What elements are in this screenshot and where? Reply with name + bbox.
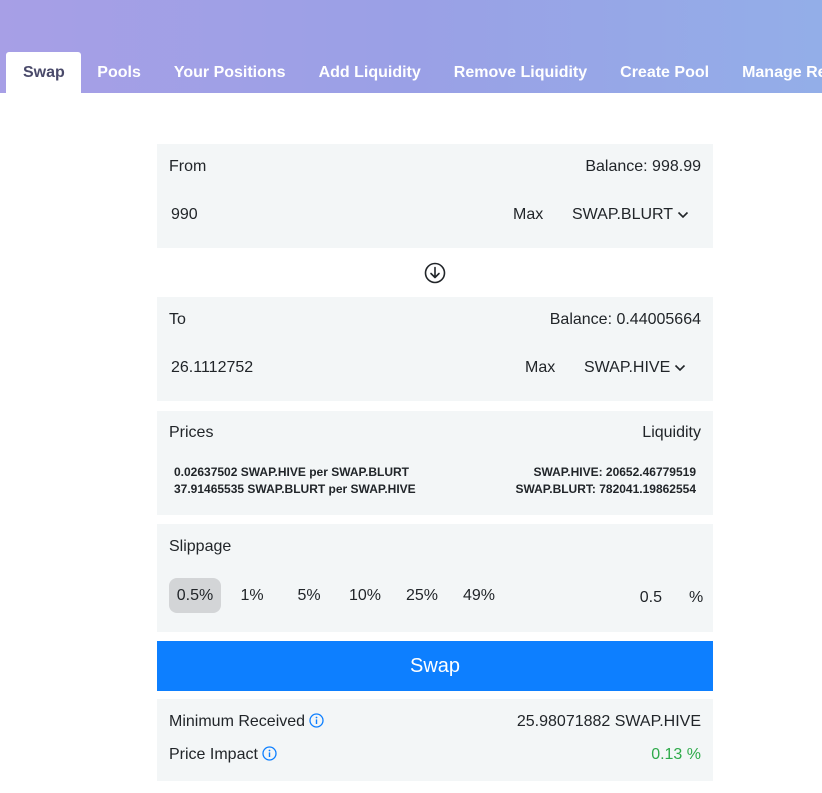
slippage-option-25[interactable]: 25%	[400, 578, 444, 613]
price-impact-label: Price Impact	[169, 746, 258, 763]
liquidity-label: Liquidity	[642, 424, 701, 441]
slippage-label: Slippage	[169, 538, 232, 555]
from-max-button[interactable]: Max	[513, 206, 543, 224]
tab-remove-liquidity[interactable]: Remove Liquidity	[437, 52, 603, 93]
from-token-select[interactable]: SWAP.BLURT	[572, 206, 689, 224]
price-impact-row: Price Impact	[169, 746, 277, 764]
nav-tabs: Swap Pools Your Positions Add Liquidity …	[6, 52, 822, 93]
slippage-option-10[interactable]: 10%	[343, 578, 387, 613]
top-banner: Swap Pools Your Positions Add Liquidity …	[0, 0, 822, 93]
tab-pools[interactable]: Pools	[81, 52, 158, 93]
slippage-custom-input[interactable]: 0.5	[620, 589, 662, 607]
to-token-select[interactable]: SWAP.HIVE	[584, 359, 686, 377]
slippage-option-49[interactable]: 49%	[457, 578, 501, 613]
to-amount-input[interactable]: 26.1112752	[171, 359, 253, 377]
summary-panel	[157, 699, 713, 781]
tab-add-liquidity[interactable]: Add Liquidity	[302, 52, 437, 93]
minimum-received-value: 25.98071882 SWAP.HIVE	[516, 713, 701, 730]
slippage-option-0-5[interactable]: 0.5%	[169, 578, 221, 613]
info-icon[interactable]	[309, 713, 324, 728]
slippage-option-5[interactable]: 5%	[290, 578, 328, 613]
from-token-label: SWAP.BLURT	[572, 206, 674, 223]
tab-your-positions[interactable]: Your Positions	[157, 52, 302, 93]
arrow-down-circle-icon[interactable]	[424, 262, 446, 284]
slippage-option-1[interactable]: 1%	[233, 578, 271, 613]
liquidity-blurt: SWAP.BLURT: 782041.19862554	[515, 482, 696, 496]
tab-manage-rewards[interactable]: Manage Rewa	[726, 52, 822, 93]
from-balance: Balance: 998.99	[585, 158, 701, 175]
price-blurt-per-hive: 37.91465535 SWAP.BLURT per SWAP.HIVE	[174, 482, 416, 496]
to-max-button[interactable]: Max	[525, 359, 555, 377]
minimum-received-label: Minimum Received	[169, 713, 306, 730]
price-impact-value: 0.13 %	[651, 746, 701, 763]
prices-label: Prices	[169, 424, 214, 441]
price-hive-per-blurt: 0.02637502 SWAP.HIVE per SWAP.BLURT	[174, 465, 409, 479]
swap-button[interactable]: Swap	[157, 641, 713, 691]
to-balance: Balance: 0.44005664	[549, 311, 701, 328]
tab-swap[interactable]: Swap	[6, 52, 81, 93]
minimum-received-row: Minimum Received	[169, 713, 324, 731]
chevron-down-icon	[675, 364, 686, 371]
from-amount-input[interactable]: 990	[171, 206, 198, 224]
to-token-label: SWAP.HIVE	[584, 359, 671, 376]
info-icon[interactable]	[262, 746, 277, 761]
tab-create-pool[interactable]: Create Pool	[604, 52, 726, 93]
chevron-down-icon	[678, 211, 689, 218]
slippage-unit: %	[689, 589, 704, 606]
liquidity-hive: SWAP.HIVE: 20652.46779519	[533, 465, 696, 479]
to-label: To	[169, 311, 186, 328]
from-label: From	[169, 158, 207, 175]
prices-panel	[157, 411, 713, 515]
